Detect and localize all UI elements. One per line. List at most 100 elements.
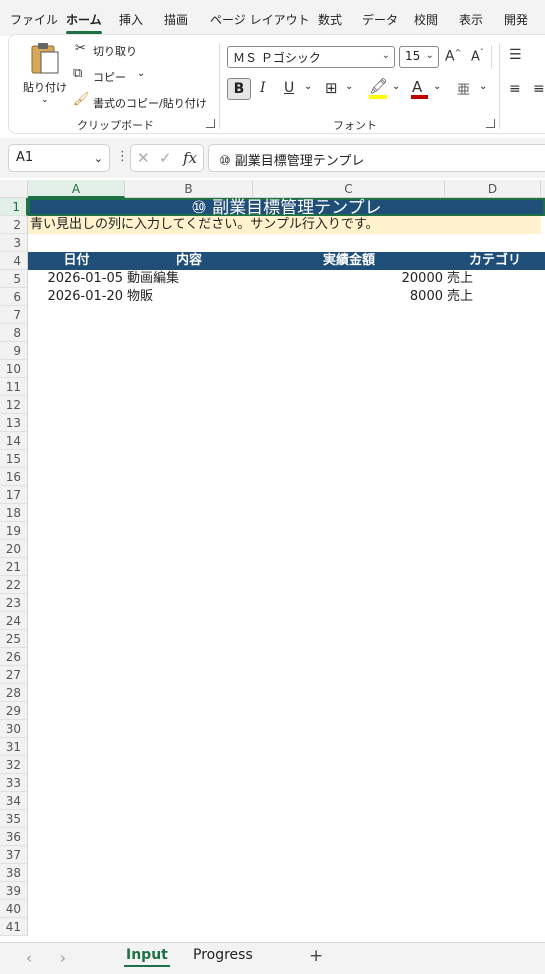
- row-header[interactable]: 39: [0, 882, 28, 900]
- cut-button[interactable]: 切り取り: [93, 43, 137, 59]
- row-header[interactable]: 36: [0, 828, 28, 846]
- formula-input[interactable]: ⑩ 副業目標管理テンプレ: [208, 144, 545, 172]
- paste-button[interactable]: 貼り付け ⌄: [19, 41, 69, 107]
- tab-insert[interactable]: 挿入: [119, 11, 143, 28]
- tab-draw[interactable]: 描画: [164, 11, 188, 28]
- shrink-font-icon[interactable]: Aˇ: [471, 48, 484, 64]
- format-painter-button[interactable]: 書式のコピー/貼り付け: [93, 95, 207, 111]
- enter-icon[interactable]: ✓: [159, 149, 172, 167]
- header-content[interactable]: 内容: [125, 252, 253, 270]
- column-header-d[interactable]: D: [445, 180, 541, 198]
- copy-dropdown-icon[interactable]: ⌄: [137, 68, 145, 79]
- row-header[interactable]: 28: [0, 684, 28, 702]
- font-color-dropdown-icon[interactable]: ⌄: [433, 81, 441, 92]
- row-header[interactable]: 14: [0, 432, 28, 450]
- row-header[interactable]: 9: [0, 342, 28, 360]
- instruction-note[interactable]: 青い見出しの列に入力してください。サンプル行入りです。: [30, 216, 379, 234]
- row-header[interactable]: 34: [0, 792, 28, 810]
- underline-dropdown-icon[interactable]: ⌄: [304, 81, 312, 92]
- row-header[interactable]: 11: [0, 378, 28, 396]
- row-header[interactable]: 16: [0, 468, 28, 486]
- chevron-right-icon[interactable]: ›: [60, 949, 66, 967]
- copy-button[interactable]: コピー: [93, 69, 126, 85]
- tab-developer[interactable]: 開発: [504, 11, 528, 28]
- highlight-dropdown-icon[interactable]: ⌄: [392, 81, 400, 92]
- borders-icon[interactable]: ⊞: [325, 79, 338, 97]
- row-header[interactable]: 29: [0, 702, 28, 720]
- chevron-left-icon[interactable]: ‹: [26, 949, 32, 967]
- add-sheet-button[interactable]: +: [309, 946, 323, 966]
- row-header[interactable]: 8: [0, 324, 28, 342]
- row-header[interactable]: 6: [0, 288, 28, 306]
- row-header[interactable]: 1: [0, 198, 28, 216]
- row-header[interactable]: 32: [0, 756, 28, 774]
- row-header[interactable]: 41: [0, 918, 28, 936]
- name-box[interactable]: A1 ⌄: [8, 144, 110, 172]
- cell-content[interactable]: 物販: [127, 288, 153, 306]
- borders-dropdown-icon[interactable]: ⌄: [345, 81, 353, 92]
- underline-button[interactable]: U: [284, 80, 294, 96]
- row-header[interactable]: 23: [0, 594, 28, 612]
- row-header[interactable]: 33: [0, 774, 28, 792]
- font-name-select[interactable]: ＭＳ Ｐゴシック ⌄: [227, 46, 395, 68]
- sheet-tab-input[interactable]: Input: [124, 947, 170, 967]
- grow-font-icon[interactable]: A^: [445, 48, 461, 65]
- row-header[interactable]: 4: [0, 252, 28, 270]
- row-header[interactable]: 13: [0, 414, 28, 432]
- row-header[interactable]: 26: [0, 648, 28, 666]
- row-header[interactable]: 15: [0, 450, 28, 468]
- paste-dropdown-icon[interactable]: ⌄: [41, 95, 49, 105]
- tab-home[interactable]: ホーム: [66, 11, 102, 34]
- column-header-b[interactable]: B: [125, 180, 253, 198]
- tab-data[interactable]: データ: [362, 11, 398, 28]
- row-header[interactable]: 27: [0, 666, 28, 684]
- row-header[interactable]: 37: [0, 846, 28, 864]
- cell-date[interactable]: 2026-01-05: [28, 270, 125, 288]
- bold-button[interactable]: B: [227, 78, 251, 100]
- phonetic-dropdown-icon[interactable]: ⌄: [479, 81, 487, 92]
- row-header[interactable]: 30: [0, 720, 28, 738]
- row-header[interactable]: 38: [0, 864, 28, 882]
- row-header[interactable]: 2: [0, 216, 28, 234]
- font-size-select[interactable]: 15 ⌄: [399, 46, 439, 68]
- row-header[interactable]: 25: [0, 630, 28, 648]
- phonetic-icon[interactable]: 亜: [457, 79, 470, 98]
- cell-category[interactable]: 売上: [447, 270, 473, 288]
- cell-category[interactable]: 売上: [447, 288, 473, 306]
- row-header[interactable]: 12: [0, 396, 28, 414]
- cell-amount[interactable]: 8000: [253, 288, 443, 306]
- row-header[interactable]: 22: [0, 576, 28, 594]
- column-header-c[interactable]: C: [253, 180, 445, 198]
- align-left-icon[interactable]: ≡: [509, 81, 521, 97]
- header-category[interactable]: カテゴリ: [445, 252, 545, 270]
- tab-view[interactable]: 表示: [459, 11, 483, 28]
- cell-amount[interactable]: 20000: [253, 270, 443, 288]
- select-all-corner[interactable]: [0, 180, 28, 198]
- tab-review[interactable]: 校閲: [414, 11, 438, 28]
- cell-date[interactable]: 2026-01-20: [28, 288, 125, 306]
- cell-content[interactable]: 動画編集: [127, 270, 179, 288]
- sheet-tab-progress[interactable]: Progress: [193, 947, 253, 963]
- italic-button[interactable]: I: [260, 80, 266, 96]
- row-header[interactable]: 3: [0, 234, 28, 252]
- tab-page-layout[interactable]: ページ レイアウト: [210, 11, 310, 28]
- row-header[interactable]: 35: [0, 810, 28, 828]
- font-launcher-icon[interactable]: [486, 119, 495, 128]
- header-amount[interactable]: 実績金額: [253, 252, 445, 270]
- title-row[interactable]: ⑩ 副業目標管理テンプレ: [28, 198, 545, 217]
- row-header[interactable]: 24: [0, 612, 28, 630]
- column-header-a[interactable]: A: [28, 180, 125, 198]
- font-color-icon[interactable]: A: [412, 78, 422, 96]
- row-header[interactable]: 40: [0, 900, 28, 918]
- clipboard-launcher-icon[interactable]: [206, 119, 215, 128]
- row-header[interactable]: 20: [0, 540, 28, 558]
- row-header[interactable]: 17: [0, 486, 28, 504]
- cancel-icon[interactable]: ✕: [137, 149, 150, 167]
- row-header[interactable]: 10: [0, 360, 28, 378]
- tab-file[interactable]: ファイル: [10, 11, 58, 28]
- row-header[interactable]: 19: [0, 522, 28, 540]
- empty-row[interactable]: [28, 234, 545, 252]
- row-header[interactable]: 21: [0, 558, 28, 576]
- row-header[interactable]: 18: [0, 504, 28, 522]
- highlight-icon[interactable]: 🖍: [369, 77, 388, 95]
